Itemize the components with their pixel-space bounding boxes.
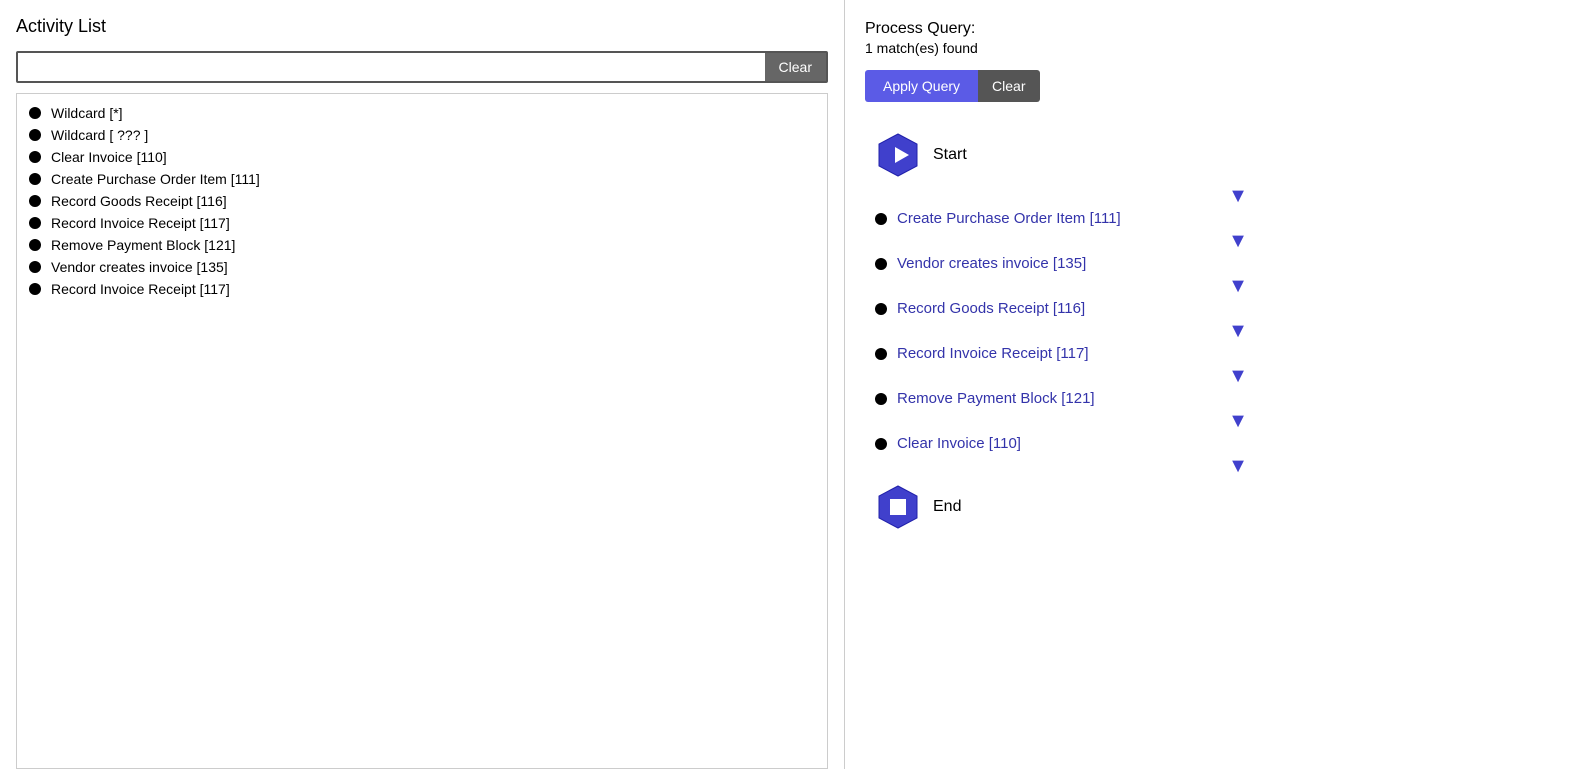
flow-step-label: Remove Payment Block [121] [897,390,1095,407]
clear-search-button[interactable]: Clear [765,53,826,81]
list-item-label: Wildcard [*] [51,105,123,121]
flow-step-label: Record Goods Receipt [116] [897,300,1085,317]
flow-step: Record Goods Receipt [116] [875,298,1567,319]
flow-arrow: ▼ [909,319,1567,343]
list-item[interactable]: Clear Invoice [110] [17,146,827,168]
arrow-down-icon: ▼ [1228,366,1248,386]
activity-list: Wildcard [*] Wildcard [ ??? ] Clear Invoic… [17,94,827,308]
flow-arrow: ▼ [909,364,1567,388]
clear-query-button[interactable]: Clear [978,70,1039,102]
flow-bullet-icon [875,303,887,315]
apply-query-button[interactable]: Apply Query [865,70,978,102]
arrow-down-icon: ▼ [1228,321,1248,341]
panel-title: Activity List [16,16,844,37]
flow-bullet-icon [875,393,887,405]
process-query-title: Process Query: [865,20,1567,38]
flow-step: Clear Invoice [110] [875,433,1567,454]
search-bar: Clear [16,51,828,83]
flow-arrow: ▼ [909,274,1567,298]
bullet-icon [29,173,41,185]
bullet-icon [29,283,41,295]
list-item-label: Wildcard [ ??? ] [51,127,148,143]
arrow-down-icon: ▼ [1228,276,1248,296]
flow-bullet-icon [875,258,887,270]
arrow-down-icon: ▼ [1228,186,1248,206]
list-item-label: Record Invoice Receipt [117] [51,281,230,297]
bullet-icon [29,151,41,163]
list-item-label: Vendor creates invoice [135] [51,259,228,275]
left-panel: Activity List Clear Wildcard [*]Wildcard… [0,0,845,769]
flow-start: Start [875,132,1567,178]
bullet-icon [29,261,41,273]
right-panel: Process Query: 1 match(es) found Apply Q… [845,0,1587,769]
list-item[interactable]: Wildcard [ ??? ] [17,124,827,146]
flow-step: Remove Payment Block [121] [875,388,1567,409]
match-count: 1 match(es) found [865,40,1567,56]
flow-arrow-final: ▼ [909,454,1567,478]
list-item[interactable]: Vendor creates invoice [135] [17,256,827,278]
flow-steps: ▼ Create Purchase Order Item [111] ▼ Vendor… [875,184,1567,478]
start-icon [875,132,921,178]
bullet-icon [29,107,41,119]
list-item[interactable]: Record Invoice Receipt [117] [17,278,827,300]
flow-end: End [875,484,1567,530]
flow-bullet-icon [875,438,887,450]
flow-arrow: ▼ [909,229,1567,253]
arrow-down-icon: ▼ [1228,411,1248,431]
flow-bullet-icon [875,213,887,225]
flow-step: Create Purchase Order Item [111] [875,208,1567,229]
flow-step-label: Clear Invoice [110] [897,435,1021,452]
flow-bullet-icon [875,348,887,360]
list-item[interactable]: Wildcard [*] [17,102,827,124]
list-item[interactable]: Remove Payment Block [121] [17,234,827,256]
list-item-label: Clear Invoice [110] [51,149,167,165]
list-item[interactable]: Record Invoice Receipt [117] [17,212,827,234]
flow-step-label: Vendor creates invoice [135] [897,255,1086,272]
arrow-down-icon: ▼ [1228,456,1248,476]
bullet-icon [29,129,41,141]
flow-container: Start ▼Create Purchase Order Item [111]▼… [865,126,1567,749]
flow-step: Vendor creates invoice [135] [875,253,1567,274]
bullet-icon [29,217,41,229]
end-label: End [933,498,961,516]
flow-step-label: Create Purchase Order Item [111] [897,210,1121,227]
bullet-icon [29,239,41,251]
flow-step: Record Invoice Receipt [117] [875,343,1567,364]
bullet-icon [29,195,41,207]
list-item[interactable]: Create Purchase Order Item [111] [17,168,827,190]
search-input[interactable] [18,53,765,81]
list-item-label: Record Goods Receipt [116] [51,193,227,209]
flow-arrow: ▼ [909,409,1567,433]
flow-arrow: ▼ [909,184,1567,208]
flow-step-label: Record Invoice Receipt [117] [897,345,1089,362]
list-item-label: Remove Payment Block [121] [51,237,235,253]
start-label: Start [933,146,967,164]
activity-list-container: Wildcard [*] Wildcard [ ??? ] Clear Invoic… [16,93,828,769]
query-buttons: Apply Query Clear [865,70,1567,102]
list-item-label: Record Invoice Receipt [117] [51,215,230,231]
end-icon [875,484,921,530]
list-item-label: Create Purchase Order Item [111] [51,171,260,187]
list-item[interactable]: Record Goods Receipt [116] [17,190,827,212]
arrow-down-icon: ▼ [1228,231,1248,251]
